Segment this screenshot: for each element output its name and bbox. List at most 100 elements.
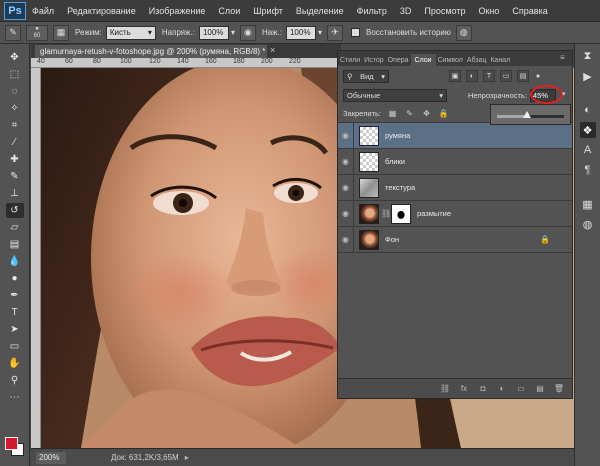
pressure-field[interactable]: 100% (198, 25, 229, 40)
history-brush-tool-icon[interactable]: ↺ (5, 203, 24, 218)
filter-smart-object-icon[interactable]: ▤ (517, 70, 529, 82)
layer-mask-thumbnail[interactable] (391, 203, 411, 224)
tab-styles[interactable]: Стили (338, 54, 362, 66)
visibility-eye-icon[interactable]: ◉ (338, 226, 354, 253)
blur-tool-icon[interactable]: 💧 (6, 254, 24, 269)
tab-channels[interactable]: Канал (488, 54, 512, 66)
zoom-field[interactable]: 200% (36, 451, 66, 464)
filter-kind-select[interactable]: ⚲ Вид ▾ (343, 69, 389, 83)
brush-panel-toggle-icon[interactable]: ▦ (53, 24, 69, 41)
visibility-eye-icon[interactable]: ◉ (338, 174, 354, 201)
mask-link-icon[interactable]: ⛓ (381, 209, 391, 218)
filter-type-icon[interactable]: T (483, 70, 495, 82)
adjustments-panel-icon[interactable]: ◐ (580, 102, 596, 118)
menu-3d[interactable]: 3D (400, 6, 412, 16)
link-layers-icon[interactable]: ⛓ (438, 383, 452, 395)
menu-window[interactable]: Окно (478, 6, 499, 16)
move-tool-icon[interactable]: ✥ (6, 50, 24, 65)
menu-image[interactable]: Изображение (149, 6, 206, 16)
dodge-tool-icon[interactable]: ● (6, 271, 24, 286)
add-mask-icon[interactable]: ◘ (476, 383, 490, 395)
layer-style-icon[interactable]: fx (457, 383, 471, 395)
restore-history-checkbox[interactable] (351, 28, 360, 37)
pen-tool-icon[interactable]: ✒ (6, 288, 24, 303)
zoom-tool-icon[interactable]: ⚲ (6, 373, 24, 388)
adjustment-layer-icon[interactable]: ◐ (495, 383, 509, 395)
lock-transparency-icon[interactable]: ▦ (387, 108, 398, 119)
tab-history[interactable]: Истор (362, 54, 385, 66)
visibility-eye-icon[interactable]: ◉ (338, 200, 354, 227)
layer-row[interactable]: ◉ блики (338, 148, 572, 175)
marquee-tool-icon[interactable]: ⬚ (6, 67, 24, 82)
eraser-tool-icon[interactable]: ▱ (6, 220, 24, 235)
history-brush-tool-icon[interactable]: ✎ (5, 24, 21, 41)
history-panel-icon[interactable]: ⧗ (580, 48, 596, 64)
airbrush-icon[interactable]: ✈ (327, 24, 343, 41)
clone-stamp-tool-icon[interactable]: ⊥ (6, 186, 24, 201)
eyedropper-tool-icon[interactable]: ⁄ (6, 135, 24, 150)
filter-shape-icon[interactable]: ▭ (500, 70, 512, 82)
flow-dropdown-icon[interactable]: ▾ (318, 28, 322, 37)
type-tool-icon[interactable]: T (6, 305, 24, 320)
filter-pixel-icon[interactable]: ▣ (449, 70, 461, 82)
opacity-slider-track[interactable] (497, 111, 564, 118)
menu-file[interactable]: Файл (32, 6, 54, 16)
quick-select-tool-icon[interactable]: ✧ (6, 101, 24, 116)
character-panel-icon[interactable]: A (580, 142, 596, 158)
panel-menu-icon[interactable]: ≡ (560, 53, 565, 62)
paragraph-panel-icon[interactable]: ¶ (580, 162, 596, 178)
tab-character[interactable]: Символ (436, 54, 465, 66)
close-document-icon[interactable]: × (270, 45, 275, 55)
pressure-size-icon[interactable]: ◍ (455, 24, 472, 41)
menu-filter[interactable]: Фильтр (357, 6, 387, 16)
menu-type[interactable]: Шрифт (253, 6, 283, 16)
pressure-opacity-icon[interactable]: ◉ (239, 24, 256, 41)
new-layer-icon[interactable]: ▤ (533, 383, 547, 395)
tab-layers[interactable]: Слои (410, 54, 436, 66)
healing-brush-tool-icon[interactable]: ✚ (6, 152, 24, 167)
new-group-icon[interactable]: ▭ (514, 383, 528, 395)
lock-position-icon[interactable]: ✥ (421, 108, 432, 119)
status-menu-arrow-icon[interactable]: ▸ (185, 453, 189, 462)
blend-mode-select[interactable]: Обычные ▾ (343, 88, 447, 102)
actions-panel-icon[interactable]: ▶ (580, 68, 596, 84)
hand-tool-icon[interactable]: ✋ (6, 356, 24, 371)
filter-adjustment-icon[interactable]: ◐ (466, 70, 478, 82)
layer-row[interactable]: ◉ румяна (338, 122, 572, 149)
gradient-tool-icon[interactable]: ▤ (6, 237, 24, 252)
shape-tool-icon[interactable]: ▭ (6, 339, 24, 354)
opacity-label: Непрозрачность: (468, 90, 527, 100)
tab-actions[interactable]: Опера (386, 54, 411, 66)
menu-help[interactable]: Справка (512, 6, 547, 16)
layer-row[interactable]: ◉ ⛓ размытие (338, 200, 572, 227)
menu-layers[interactable]: Слои (218, 6, 240, 16)
tab-paragraph[interactable]: Абзац (465, 54, 489, 66)
menu-view[interactable]: Просмотр (424, 6, 465, 16)
brush-preset-picker[interactable]: ● 60 (26, 24, 48, 41)
menu-select[interactable]: Выделение (296, 6, 344, 16)
delete-layer-icon[interactable]: 🗑 (552, 383, 566, 395)
opacity-dropdown-icon[interactable]: ▾ (562, 90, 566, 98)
pressure-dropdown-icon[interactable]: ▾ (231, 28, 235, 37)
opacity-slider-thumb[interactable] (523, 111, 532, 118)
layer-row[interactable]: ◉ текстура (338, 174, 572, 201)
crop-tool-icon[interactable]: ⌗ (6, 118, 24, 133)
swatches-panel-icon[interactable]: ▦ (580, 196, 596, 212)
lock-pixels-icon[interactable]: ✎ (404, 108, 415, 119)
foreground-color-swatch[interactable] (5, 437, 18, 450)
edit-toolbar-icon[interactable]: ⋯ (6, 390, 24, 405)
properties-panel-icon[interactable]: ◍ (580, 216, 596, 232)
visibility-eye-icon[interactable]: ◉ (338, 122, 354, 149)
layer-row[interactable]: ◉ Фон 🔒 (338, 226, 572, 253)
visibility-eye-icon[interactable]: ◉ (338, 148, 354, 175)
path-select-tool-icon[interactable]: ➤ (6, 322, 24, 337)
lock-all-icon[interactable]: 🔒 (438, 108, 449, 119)
lasso-tool-icon[interactable]: ◌ (6, 84, 24, 99)
filter-toggle-icon[interactable]: ● (534, 70, 542, 82)
brush-tool-icon[interactable]: ✎ (6, 169, 24, 184)
menu-edit[interactable]: Редактирование (67, 6, 136, 16)
mode-select[interactable]: Кисть ▾ (105, 25, 156, 40)
document-tab[interactable]: glamurnaya-retush-v-fotoshope.jpg @ 200%… (35, 45, 267, 58)
flow-field[interactable]: 100% (285, 25, 316, 40)
layers-panel-icon[interactable]: ❖ (579, 122, 596, 138)
